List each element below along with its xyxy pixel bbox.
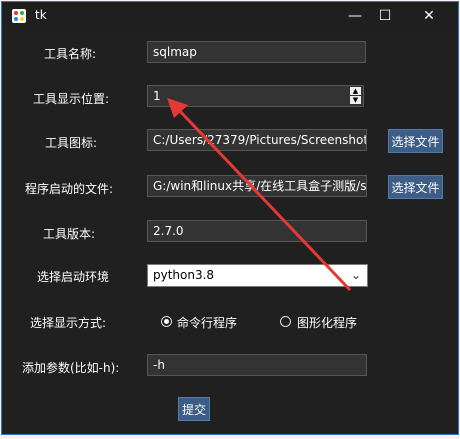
annotation-arrow	[167, 98, 352, 292]
tk-window: tk — ☐ ✕ 工具名称: sqlmap 工具显示位置: 1 ▲ ▼ 工具图标…	[1, 1, 459, 435]
